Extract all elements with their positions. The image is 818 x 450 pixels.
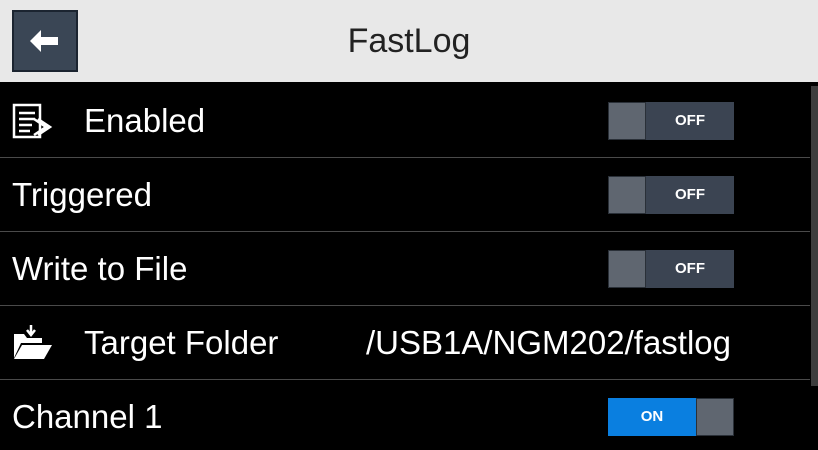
fastlog-screen: FastLog Enabled OFF Triggered OFF Write …	[0, 0, 818, 450]
toggle-knob	[608, 176, 646, 214]
row-write-to-file: Write to File OFF	[0, 232, 810, 306]
scrollbar[interactable]	[811, 86, 818, 386]
row-enabled: Enabled OFF	[0, 84, 810, 158]
toggle-state: OFF	[675, 112, 705, 129]
triggered-toggle[interactable]: OFF	[608, 176, 734, 214]
toggle-knob	[608, 250, 646, 288]
toggle-state: OFF	[675, 260, 705, 277]
target-folder-value[interactable]: /USB1A/NGM202/fastlog	[366, 306, 731, 380]
row-label-enabled: Enabled	[84, 102, 206, 139]
settings-list: Enabled OFF Triggered OFF Write to File …	[0, 84, 810, 450]
row-label-channel-1: Channel 1	[12, 398, 163, 435]
write-to-file-toggle[interactable]: OFF	[608, 250, 734, 288]
row-label-target-folder: Target Folder	[84, 324, 279, 361]
data-log-icon	[12, 103, 53, 139]
toggle-state: OFF	[675, 186, 705, 203]
row-triggered: Triggered OFF	[0, 158, 810, 232]
row-channel-1: Channel 1 ON	[0, 380, 810, 450]
toggle-state: ON	[640, 408, 664, 425]
channel-1-toggle[interactable]: ON	[608, 398, 734, 436]
row-label-write-to-file: Write to File	[12, 250, 188, 287]
page-title: FastLog	[347, 22, 471, 60]
row-label-triggered: Triggered	[12, 176, 153, 213]
toggle-knob	[696, 398, 734, 436]
toggle-knob	[608, 102, 646, 140]
row-target-folder[interactable]: Target Folder /USB1A/NGM202/fastlog	[0, 306, 810, 380]
header-bar: FastLog	[0, 0, 818, 82]
open-folder-icon	[14, 325, 52, 359]
enabled-toggle[interactable]: OFF	[608, 102, 734, 140]
